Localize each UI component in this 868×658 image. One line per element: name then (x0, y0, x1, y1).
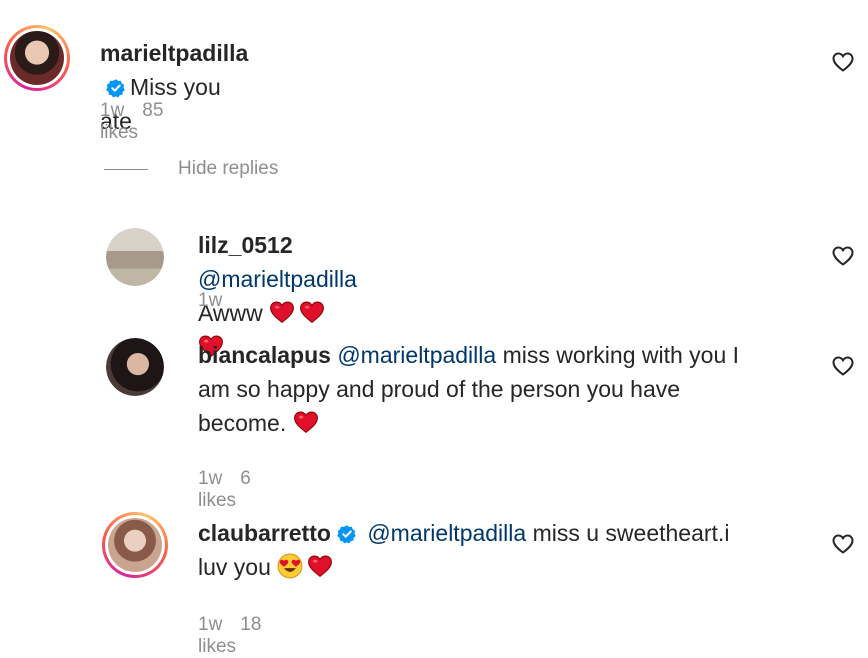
timestamp[interactable]: 1w (198, 290, 222, 311)
comment-text-line2: am so happy and proud of the person you … (198, 376, 681, 402)
hide-replies-label: Hide replies (178, 158, 279, 179)
heart-eyes-icon (277, 553, 303, 579)
divider-line (104, 168, 148, 170)
username[interactable]: marieltpadilla (100, 40, 248, 66)
avatar[interactable] (4, 25, 70, 91)
red-heart-icon (307, 553, 333, 579)
comment-text-line3: become. (198, 410, 287, 436)
avatar[interactable] (106, 338, 164, 396)
avatar[interactable] (106, 228, 164, 286)
red-heart-icon (269, 299, 295, 325)
red-heart-icon (299, 299, 325, 325)
avatar[interactable] (102, 512, 168, 578)
timestamp[interactable]: 1w (100, 100, 124, 121)
username[interactable]: lilz_0512 (198, 232, 293, 258)
comment-text-line1: miss working with you I (502, 342, 740, 368)
mention-link[interactable]: @marieltpadilla (198, 266, 357, 292)
like-heart-icon[interactable] (831, 244, 855, 268)
red-heart-icon (293, 409, 319, 435)
like-heart-icon[interactable] (831, 354, 855, 378)
username[interactable]: claubarretto (198, 520, 331, 546)
timestamp[interactable]: 1w (198, 468, 222, 489)
hide-replies-button[interactable]: Hide replies (104, 158, 278, 180)
like-heart-icon[interactable] (831, 50, 855, 74)
verified-badge-icon (106, 78, 126, 98)
username[interactable]: biancalapus (198, 342, 331, 368)
like-heart-icon[interactable] (831, 532, 855, 556)
verified-badge-icon (337, 524, 357, 544)
timestamp[interactable]: 1w (198, 614, 222, 635)
mention-link[interactable]: @marieltpadilla (337, 342, 496, 368)
mention-link[interactable]: @marieltpadilla (367, 520, 526, 546)
comment-text-line2: luv you (198, 554, 271, 580)
comment-text-line1: miss u sweetheart.i (532, 520, 730, 546)
